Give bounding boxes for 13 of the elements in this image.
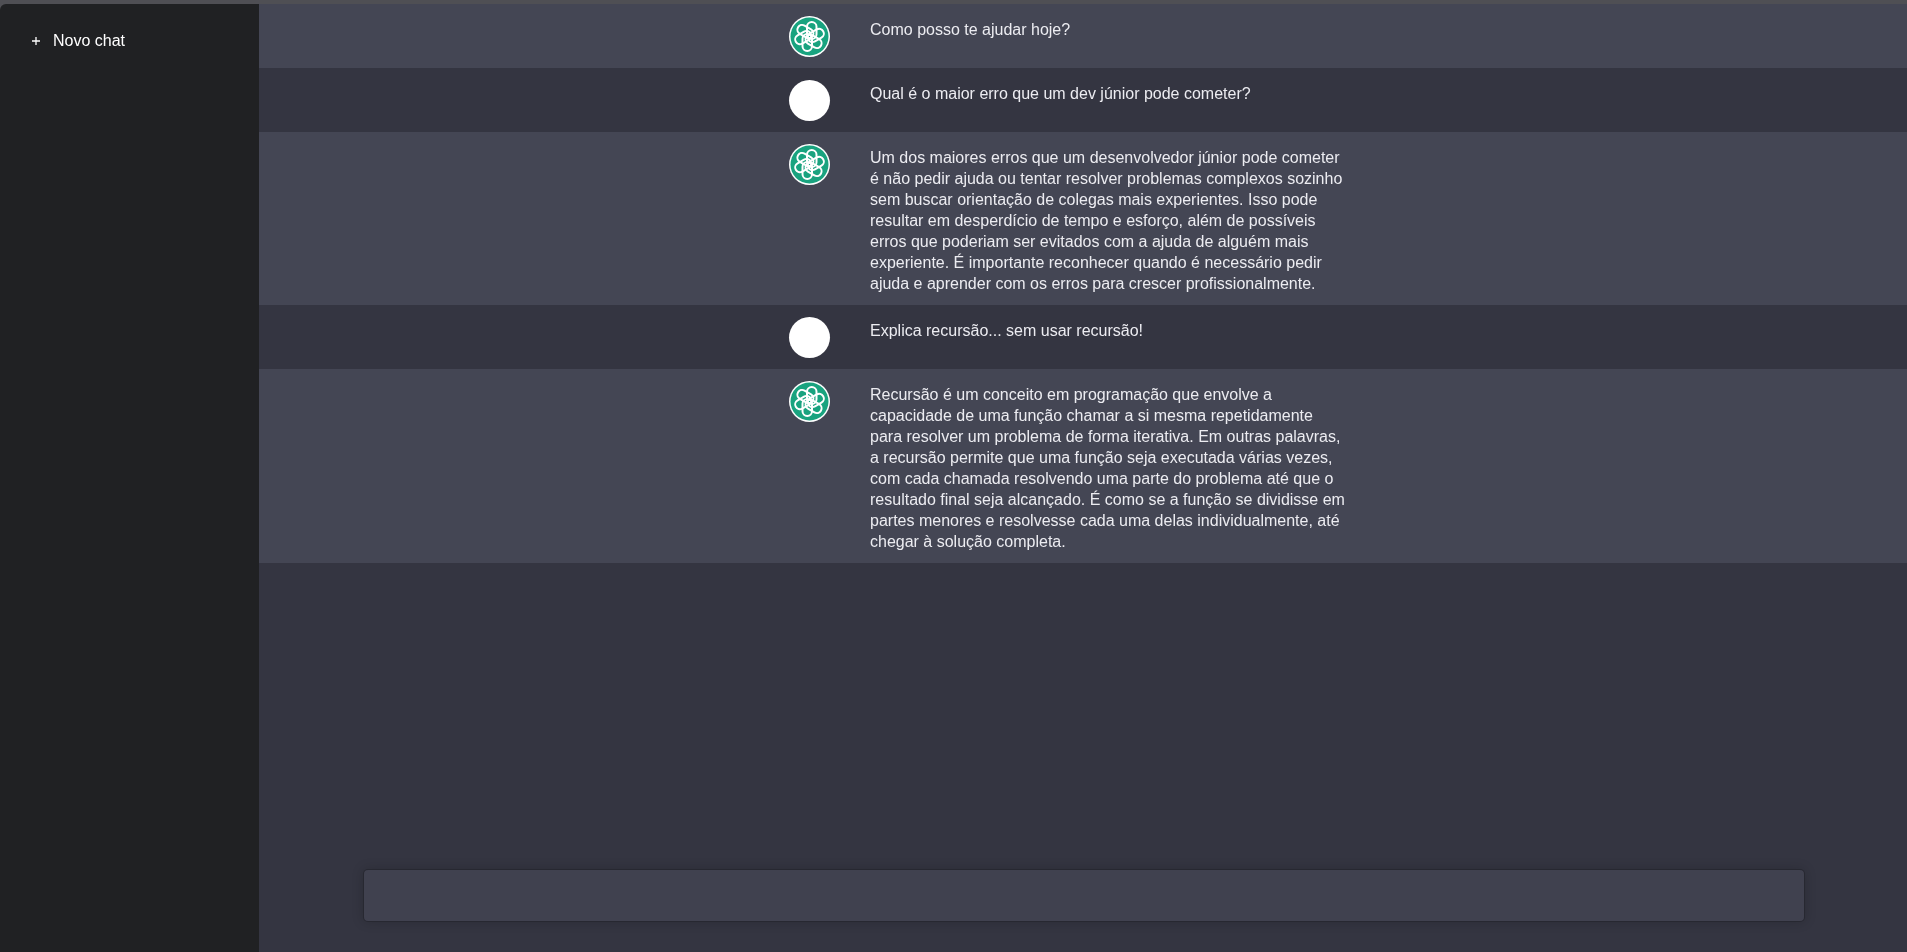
avatar-icon: [789, 317, 830, 358]
new-chat-button[interactable]: Novo chat: [8, 18, 251, 64]
message-text: Como posso te ajudar hoje?: [870, 20, 1072, 40]
logo-icon: [789, 16, 830, 57]
message-text: Recursão é um conceito em programação que envolve a capacidade de uma função chamar a si mesma repetidamente para resolver um problema de forma iterativa. Em outras palavras, a recursão permite que uma função seja executada várias vezes, com cada chamada resolvendo uma parte do problema até que o resultado final seja alcançado. É como se a função se dividisse em partes menores e resolvesse cada uma delas individualmente, até chegar à solução completa.: [870, 385, 1346, 552]
logo-icon: [789, 381, 830, 422]
message-input[interactable]: [363, 869, 1805, 922]
message-text: Qual é o maior erro que um dev júnior pode cometer?: [870, 84, 1252, 104]
avatar-icon: [789, 80, 830, 121]
message-text: Um dos maiores erros que um desenvolvedor júnior pode cometer é não pedir ajuda ou tentar resolver problemas complexos sozinho sem buscar orientação de colegas mais experientes. Isso pode resultar em desperdício de tempo e esforço, além de possíveis erros que poderiam ser evitados com a ajuda de alguém mais experiente. É importante reconhecer quando é necessário pedir ajuda e aprender com os erros para crescer profissionalmente.: [870, 148, 1344, 294]
plus-icon: [32, 37, 40, 45]
message-text: Explica recursão... sem usar recursão!: [870, 321, 1144, 341]
logo-icon: [789, 144, 830, 185]
